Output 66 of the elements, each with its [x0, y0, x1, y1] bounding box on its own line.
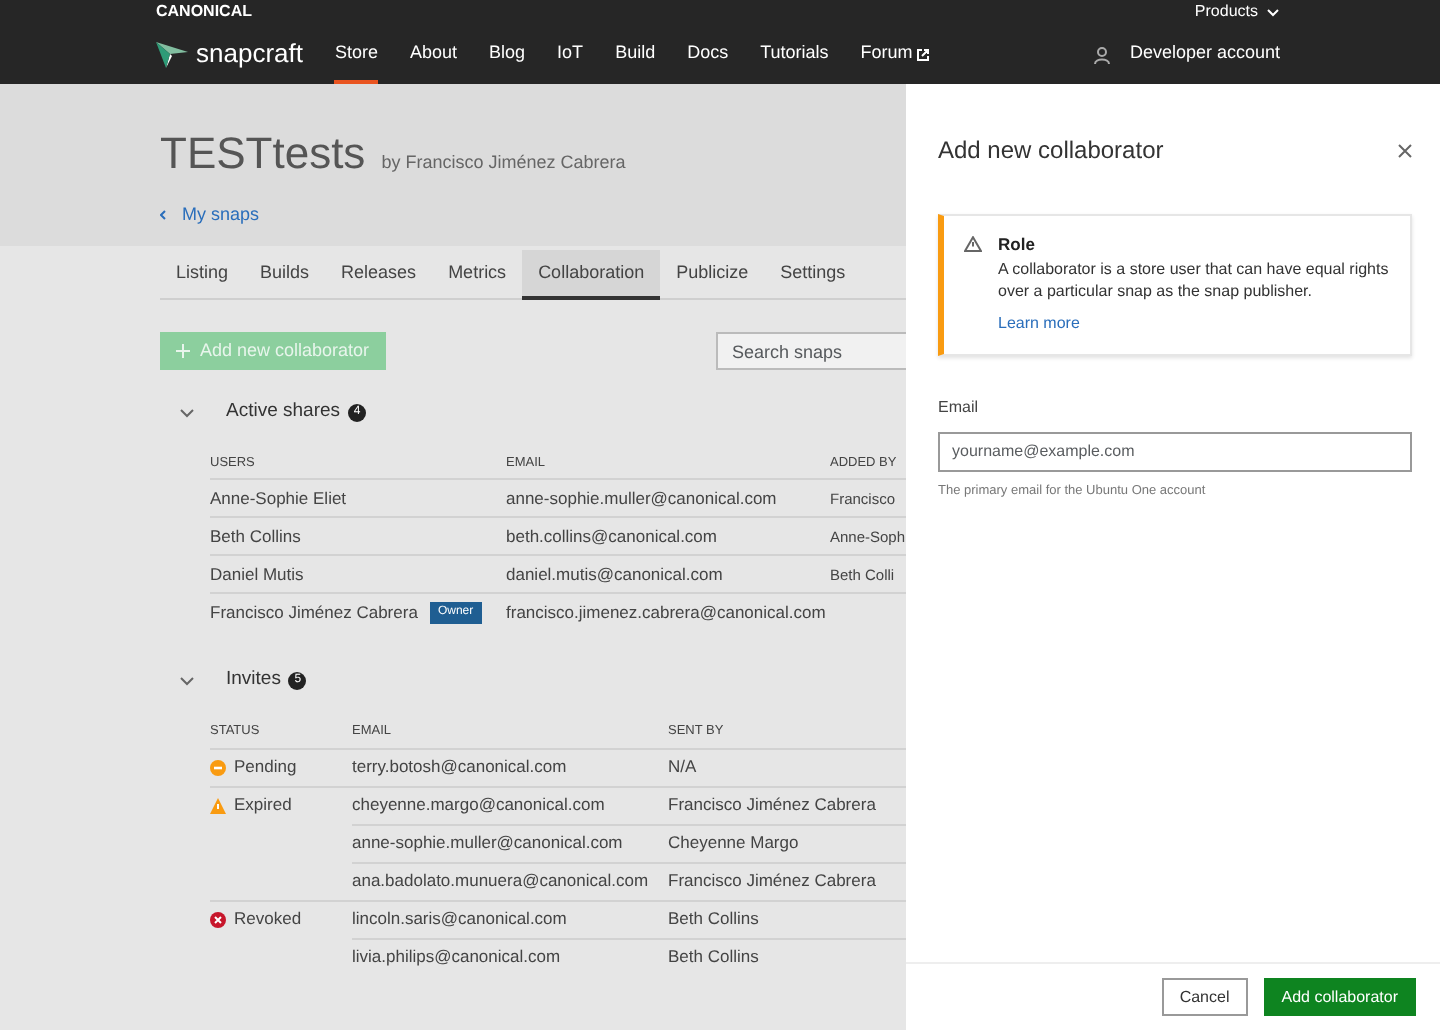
back-link[interactable]: My snaps: [160, 202, 260, 229]
close-button[interactable]: [1398, 143, 1412, 157]
bird-icon: [156, 40, 188, 68]
chevron-left-icon: [160, 210, 166, 221]
section-title: Active shares: [226, 398, 341, 426]
user-icon: [1093, 45, 1110, 63]
nav-link[interactable]: IoT: [557, 24, 584, 84]
table-cell: lincoln.saris@canonical.com: [352, 906, 567, 932]
field-label: Email: [938, 395, 981, 420]
table-cell: francisco.jimenez.cabrera@canonical.com: [506, 599, 826, 626]
table-cell: Francisco Jiménez Cabrera: [668, 792, 876, 818]
nav-link[interactable]: About: [410, 24, 458, 84]
nav-link[interactable]: Forum: [860, 24, 931, 84]
email-field[interactable]: yourname@example.com: [938, 431, 1412, 472]
chevron-down-icon[interactable]: [180, 405, 194, 420]
tab[interactable]: Settings: [764, 250, 862, 300]
notification-title: Role: [998, 232, 1037, 258]
snap-title: TESTtests: [160, 126, 366, 182]
table-cell: beth.collins@canonical.com: [506, 523, 717, 550]
account-link[interactable]: Developer account: [1093, 24, 1280, 84]
search-field[interactable]: Search snaps: [716, 332, 906, 370]
table-cell: anne-sophie.muller@canonical.com: [352, 830, 623, 856]
brand-logo[interactable]: CANONICAL: [156, 0, 252, 24]
table-cell: livia.philips@canonical.com: [352, 944, 561, 970]
table-cell: Francisco Jiménez Cabrera: [210, 599, 418, 626]
learn-more-link[interactable]: Learn more: [998, 311, 1080, 336]
table-cell: Anne-Sophie Eliet: [210, 485, 347, 512]
external-link-icon: [916, 47, 931, 61]
table-cell: anne-sophie.muller@canonical.com: [506, 485, 777, 512]
panel-title: Add new collaborator: [938, 134, 1164, 168]
nav-link[interactable]: Build: [615, 24, 656, 84]
products-menu[interactable]: Products: [1194, 0, 1280, 24]
tab[interactable]: Listing: [160, 250, 245, 300]
status-label: Pending: [234, 754, 297, 780]
tab[interactable]: Metrics: [432, 250, 523, 300]
cancel-button[interactable]: Cancel: [1161, 978, 1248, 1016]
plus-icon: [176, 343, 190, 358]
chevron-down-icon[interactable]: [180, 673, 194, 688]
table-cell: Beth Collins: [668, 944, 759, 970]
tab[interactable]: Publicize: [660, 250, 765, 300]
table-cell: ana.badolato.munuera@canonical.com: [352, 868, 649, 894]
tab[interactable]: Collaboration: [522, 250, 661, 300]
table-cell: cheyenne.margo@canonical.com: [352, 792, 605, 818]
table-cell: N/A: [668, 754, 697, 780]
nav-link[interactable]: Tutorials: [760, 24, 829, 84]
close-icon: [1398, 143, 1412, 157]
publisher-name: by Francisco Jiménez Cabrera: [381, 150, 626, 176]
table-cell: Cheyenne Margo: [668, 830, 799, 856]
notification-text: A collaborator is a store user that can have equal rights over a particular snap as the snap publisher.: [998, 257, 1390, 304]
nav-link[interactable]: Blog: [489, 24, 526, 84]
table-cell: Beth Collins: [668, 906, 759, 932]
table-cell: terry.botosh@canonical.com: [352, 754, 567, 780]
table-cell: Daniel Mutis: [210, 561, 304, 588]
snapcraft-logo[interactable]: snapcraft: [156, 34, 303, 74]
nav-link[interactable]: Docs: [687, 24, 729, 84]
status-label: Expired: [234, 792, 292, 818]
tab[interactable]: Releases: [325, 250, 433, 300]
tab[interactable]: Builds: [244, 250, 326, 300]
section-title: Invites: [226, 666, 281, 695]
add-collaborator-button[interactable]: Add collaborator: [1263, 978, 1416, 1016]
table-cell: Beth Collins: [210, 523, 301, 550]
status-label: Revoked: [234, 906, 302, 932]
caret-icon: [1266, 7, 1280, 17]
warning-icon: [964, 236, 982, 252]
table-cell: daniel.mutis@canonical.com: [506, 561, 723, 588]
table-cell: Francisco Jiménez Cabrera: [668, 868, 876, 894]
